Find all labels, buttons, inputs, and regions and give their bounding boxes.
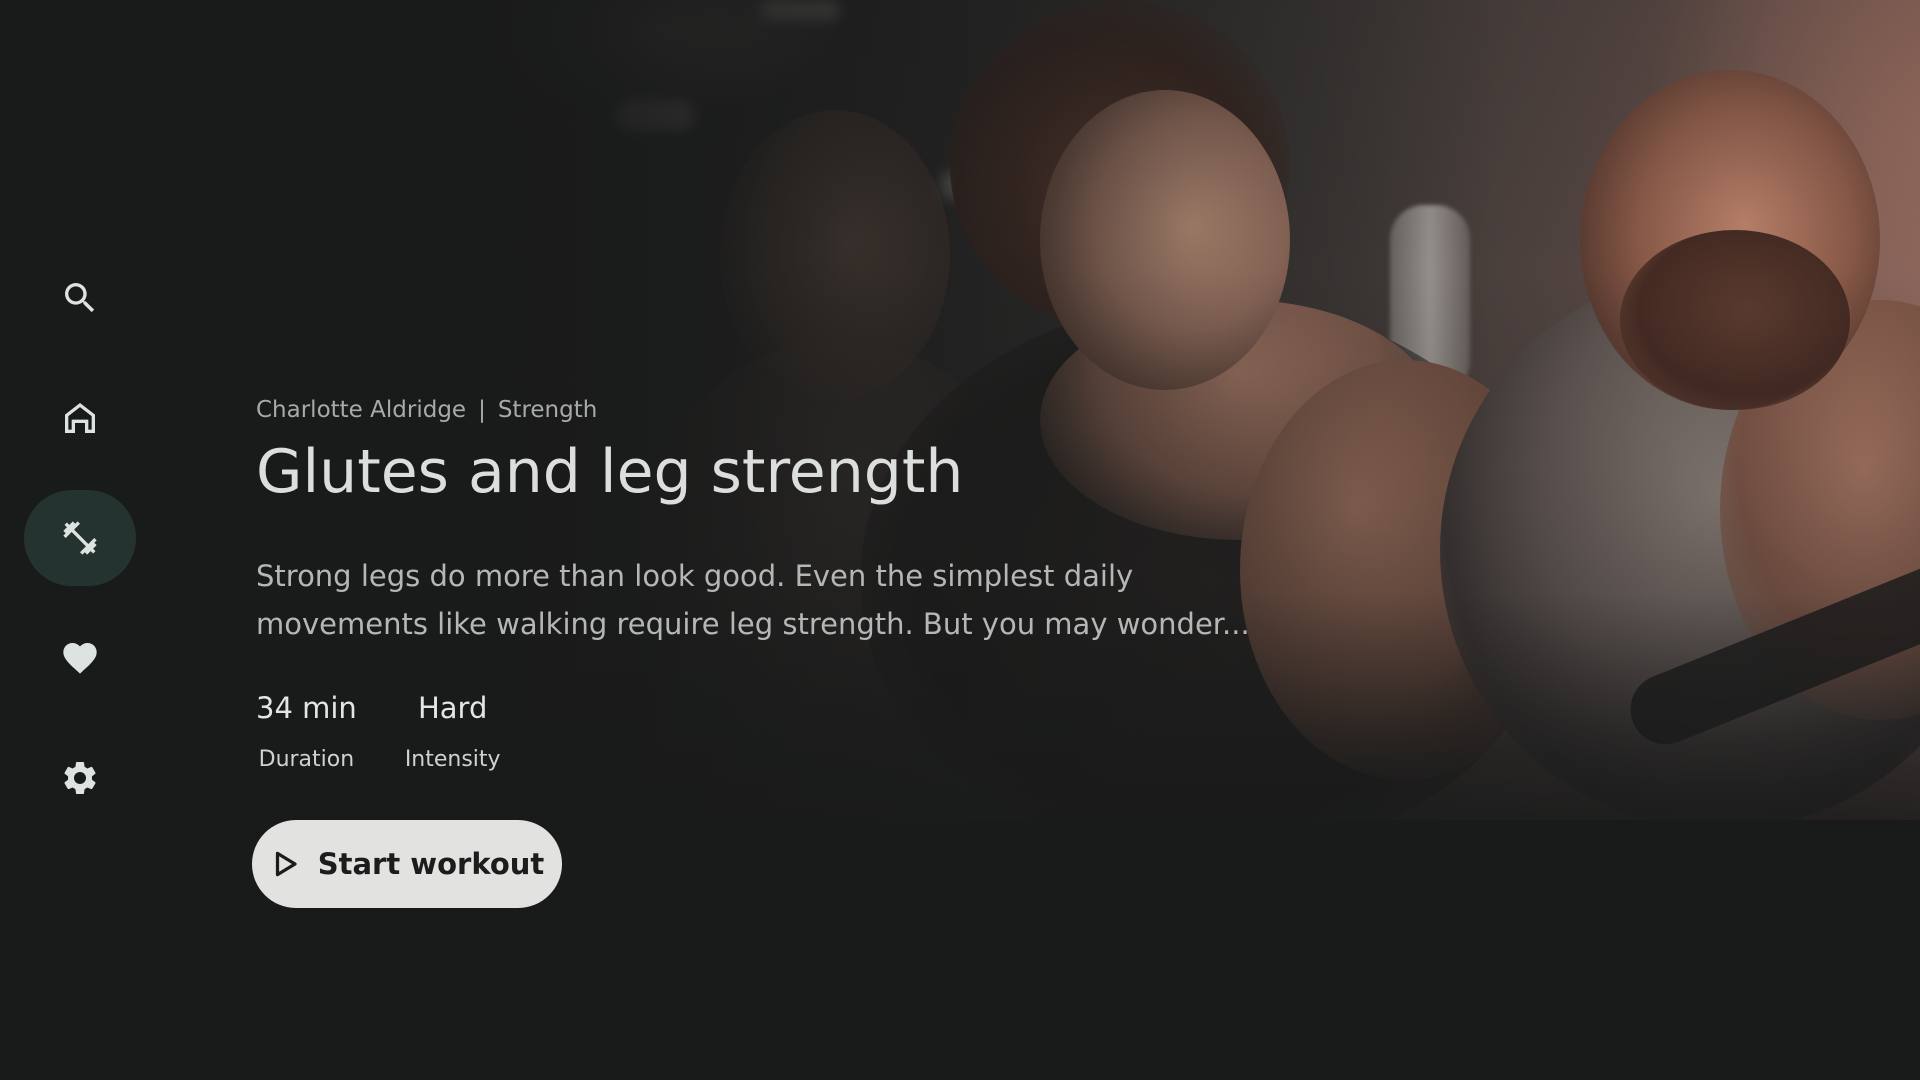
nav-item-search[interactable] xyxy=(24,250,136,346)
nav-item-favorites[interactable] xyxy=(24,610,136,706)
workout-details: Charlotte Aldridge | Strength Glutes and l… xyxy=(252,390,1256,908)
heart-icon xyxy=(63,643,97,674)
workout-stats: 34 min Duration Hard Intensity xyxy=(256,690,1256,774)
play-icon xyxy=(275,851,297,877)
start-workout-button[interactable]: Start workout xyxy=(252,820,562,908)
intensity-value: Hard xyxy=(417,691,488,725)
duration-label: Duration xyxy=(258,747,355,772)
intensity-stat: Hard Intensity xyxy=(405,690,501,774)
duration-stat: 34 min Duration xyxy=(256,690,357,774)
intensity-label: Intensity xyxy=(404,747,501,772)
nav-item-workouts[interactable] xyxy=(24,490,136,586)
dumbbell-icon xyxy=(63,521,97,555)
search-icon xyxy=(65,283,95,313)
workout-detail-screen: Charlotte Aldridge | Strength Glutes and l… xyxy=(0,0,1920,1080)
workout-category: Strength xyxy=(497,397,598,423)
workout-description: Strong legs do more than look good. Even… xyxy=(256,559,1250,641)
gear-icon xyxy=(64,762,96,794)
workout-meta: Charlotte Aldridge | Strength xyxy=(256,390,1256,430)
workout-title: Glutes and leg strength xyxy=(256,437,964,507)
nav-item-settings[interactable] xyxy=(24,730,136,826)
navigation-rail xyxy=(24,250,136,850)
start-workout-label: Start workout xyxy=(317,847,545,881)
nav-item-home[interactable] xyxy=(24,370,136,466)
instructor-name: Charlotte Aldridge xyxy=(256,397,467,423)
home-icon xyxy=(65,403,95,433)
meta-separator: | xyxy=(478,397,486,423)
duration-value: 34 min xyxy=(256,691,357,725)
